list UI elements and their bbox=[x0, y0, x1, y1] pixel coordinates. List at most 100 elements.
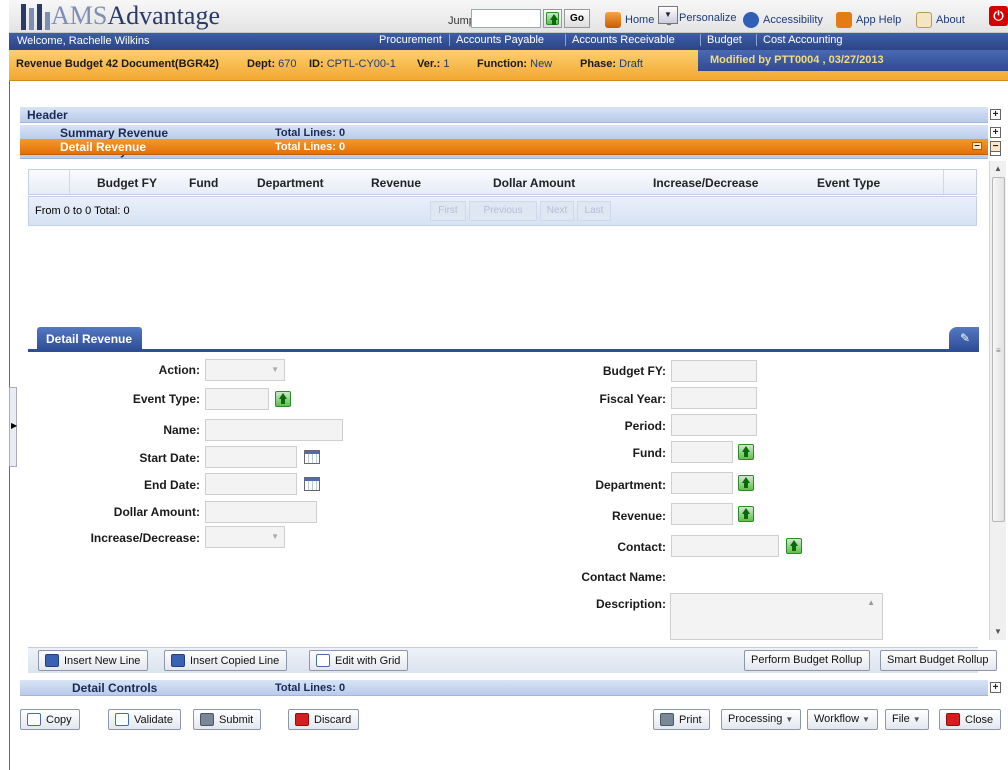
printer-icon bbox=[660, 713, 674, 726]
period-input[interactable] bbox=[671, 414, 757, 436]
description-textarea[interactable]: ▲ bbox=[670, 593, 883, 640]
column-event-type[interactable]: Event Type bbox=[817, 176, 880, 190]
column-department[interactable]: Department bbox=[257, 176, 324, 190]
accessibility-link[interactable]: Accessibility bbox=[743, 12, 823, 28]
workflow-menu-button[interactable]: Workflow ▼ bbox=[807, 709, 878, 730]
dollar-amount-input[interactable] bbox=[205, 501, 317, 523]
end-date-input[interactable] bbox=[205, 473, 297, 495]
pick-up-arrow-icon bbox=[738, 475, 754, 491]
column-dollar-amount[interactable]: Dollar Amount bbox=[493, 176, 575, 190]
power-icon[interactable]: ⏻ bbox=[989, 6, 1008, 26]
jump-to-pick-button[interactable] bbox=[543, 9, 562, 28]
increase-decrease-select[interactable] bbox=[205, 526, 285, 548]
start-date-input[interactable] bbox=[205, 446, 297, 468]
expand-summary-revenue-icon[interactable]: + bbox=[990, 127, 1001, 138]
about-link[interactable]: About bbox=[916, 12, 965, 28]
nav-accounts-payable[interactable]: Accounts Payable bbox=[449, 34, 550, 46]
event-type-input[interactable] bbox=[205, 388, 269, 410]
pick-up-arrow-icon bbox=[546, 12, 559, 25]
section-header-label: Header bbox=[27, 108, 68, 122]
calendar-icon[interactable] bbox=[304, 450, 320, 464]
scrollbar-thumb[interactable]: ≡ bbox=[992, 177, 1005, 522]
scroll-up-icon: ▲ bbox=[867, 598, 875, 607]
doc-dept: Dept: 670 bbox=[247, 58, 297, 70]
description-label: Description: bbox=[595, 597, 666, 611]
pager-first-button[interactable]: First bbox=[430, 201, 466, 221]
copy-button[interactable]: Copy bbox=[20, 709, 80, 730]
fiscal-year-label: Fiscal Year: bbox=[599, 392, 667, 406]
summary-revenue-total: Total Lines: 0 bbox=[275, 127, 346, 139]
logo-text: AMSAdvantage bbox=[51, 1, 220, 30]
submit-button[interactable]: Submit bbox=[193, 709, 262, 730]
revenue-input[interactable] bbox=[671, 503, 733, 525]
nav-procurement[interactable]: Procurement bbox=[373, 34, 448, 46]
home-link[interactable]: Home bbox=[605, 12, 654, 28]
contact-pick-button[interactable] bbox=[784, 536, 804, 556]
nav-budget[interactable]: Budget bbox=[700, 34, 748, 46]
validate-icon bbox=[115, 713, 129, 726]
column-fund[interactable]: Fund bbox=[189, 176, 218, 190]
jump-to-input[interactable] bbox=[471, 9, 541, 28]
validate-button[interactable]: Validate bbox=[108, 709, 181, 730]
column-budget-fy[interactable]: Budget FY bbox=[97, 176, 157, 190]
print-button[interactable]: Print bbox=[653, 709, 710, 730]
vertical-scrollbar[interactable]: ▲ ≡ ▼ bbox=[989, 161, 1006, 640]
close-button[interactable]: Close bbox=[939, 709, 1002, 730]
department-input[interactable] bbox=[671, 472, 733, 494]
section-header[interactable]: Header bbox=[20, 107, 988, 123]
insert-new-line-button[interactable]: Insert New Line bbox=[38, 650, 149, 671]
fiscal-year-input[interactable] bbox=[671, 387, 757, 409]
revenue-pick-button[interactable] bbox=[736, 504, 756, 524]
copy-icon bbox=[27, 713, 41, 726]
expand-detail-controls-icon[interactable]: + bbox=[990, 682, 1001, 693]
help-icon bbox=[836, 12, 852, 28]
pin-form-button[interactable]: ✎ bbox=[949, 327, 979, 350]
edit-with-grid-button[interactable]: Edit with Grid bbox=[309, 650, 409, 671]
file-menu-button[interactable]: File ▼ bbox=[885, 709, 929, 730]
edit-grid-icon bbox=[316, 654, 330, 667]
column-revenue[interactable]: Revenue bbox=[371, 176, 421, 190]
event-type-pick-button[interactable] bbox=[273, 389, 293, 409]
insert-line-icon bbox=[45, 654, 59, 667]
doc-version: Ver.: 1 bbox=[417, 58, 450, 70]
processing-menu-button[interactable]: Processing ▼ bbox=[721, 709, 802, 730]
app-help-link[interactable]: App Help bbox=[836, 12, 901, 28]
doc-info-dropdown-button[interactable]: ▼ bbox=[658, 6, 678, 24]
insert-copied-line-button[interactable]: Insert Copied Line bbox=[164, 650, 288, 671]
budget-fy-input[interactable] bbox=[671, 360, 757, 382]
scroll-down-icon[interactable]: ▼ bbox=[994, 627, 1002, 636]
pager-previous-button[interactable]: Previous bbox=[469, 201, 537, 221]
fund-pick-button[interactable] bbox=[736, 442, 756, 462]
section-detail-revenue[interactable]: Detail Revenue Total Lines: 0 bbox=[20, 139, 988, 155]
department-pick-button[interactable] bbox=[736, 473, 756, 493]
left-panel-toggle[interactable]: ▶ bbox=[9, 387, 17, 467]
name-input[interactable] bbox=[205, 419, 343, 441]
go-button[interactable]: Go bbox=[564, 9, 590, 28]
calendar-icon[interactable] bbox=[304, 477, 320, 491]
discard-button[interactable]: Discard bbox=[288, 709, 360, 730]
perform-budget-rollup-button[interactable]: Perform Budget Rollup bbox=[744, 650, 871, 671]
welcome-text: Welcome, Rachelle Wilkins bbox=[17, 35, 150, 47]
action-select[interactable] bbox=[205, 359, 285, 381]
nav-cost-accounting[interactable]: Cost Accounting bbox=[756, 34, 849, 46]
doc-phase: Phase: Draft bbox=[580, 58, 643, 70]
collapse-detail-revenue-icon[interactable]: − bbox=[990, 141, 1001, 152]
minimize-icon[interactable]: – bbox=[972, 141, 982, 151]
document-title: Revenue Budget 42 Document(BGR42) bbox=[16, 58, 219, 70]
end-date-label: End Date: bbox=[143, 478, 200, 492]
accessibility-icon bbox=[743, 12, 759, 28]
detail-revenue-form-tab[interactable]: Detail Revenue bbox=[37, 327, 142, 350]
chevron-right-icon: ▶ bbox=[11, 421, 18, 430]
about-icon bbox=[916, 12, 932, 28]
column-increase-decrease[interactable]: Increase/Decrease bbox=[653, 176, 758, 190]
section-detail-controls[interactable]: Detail Controls Total Lines: 0 bbox=[20, 680, 988, 696]
smart-budget-rollup-button[interactable]: Smart Budget Rollup bbox=[880, 650, 997, 671]
expand-header-icon[interactable]: + bbox=[990, 109, 1001, 120]
pager-last-button[interactable]: Last bbox=[577, 201, 611, 221]
nav-accounts-receivable[interactable]: Accounts Receivable bbox=[565, 34, 681, 46]
fund-input[interactable] bbox=[671, 441, 733, 463]
contact-input[interactable] bbox=[671, 535, 779, 557]
scroll-up-icon[interactable]: ▲ bbox=[994, 164, 1002, 173]
pager-next-button[interactable]: Next bbox=[540, 201, 574, 221]
close-icon bbox=[946, 713, 960, 726]
